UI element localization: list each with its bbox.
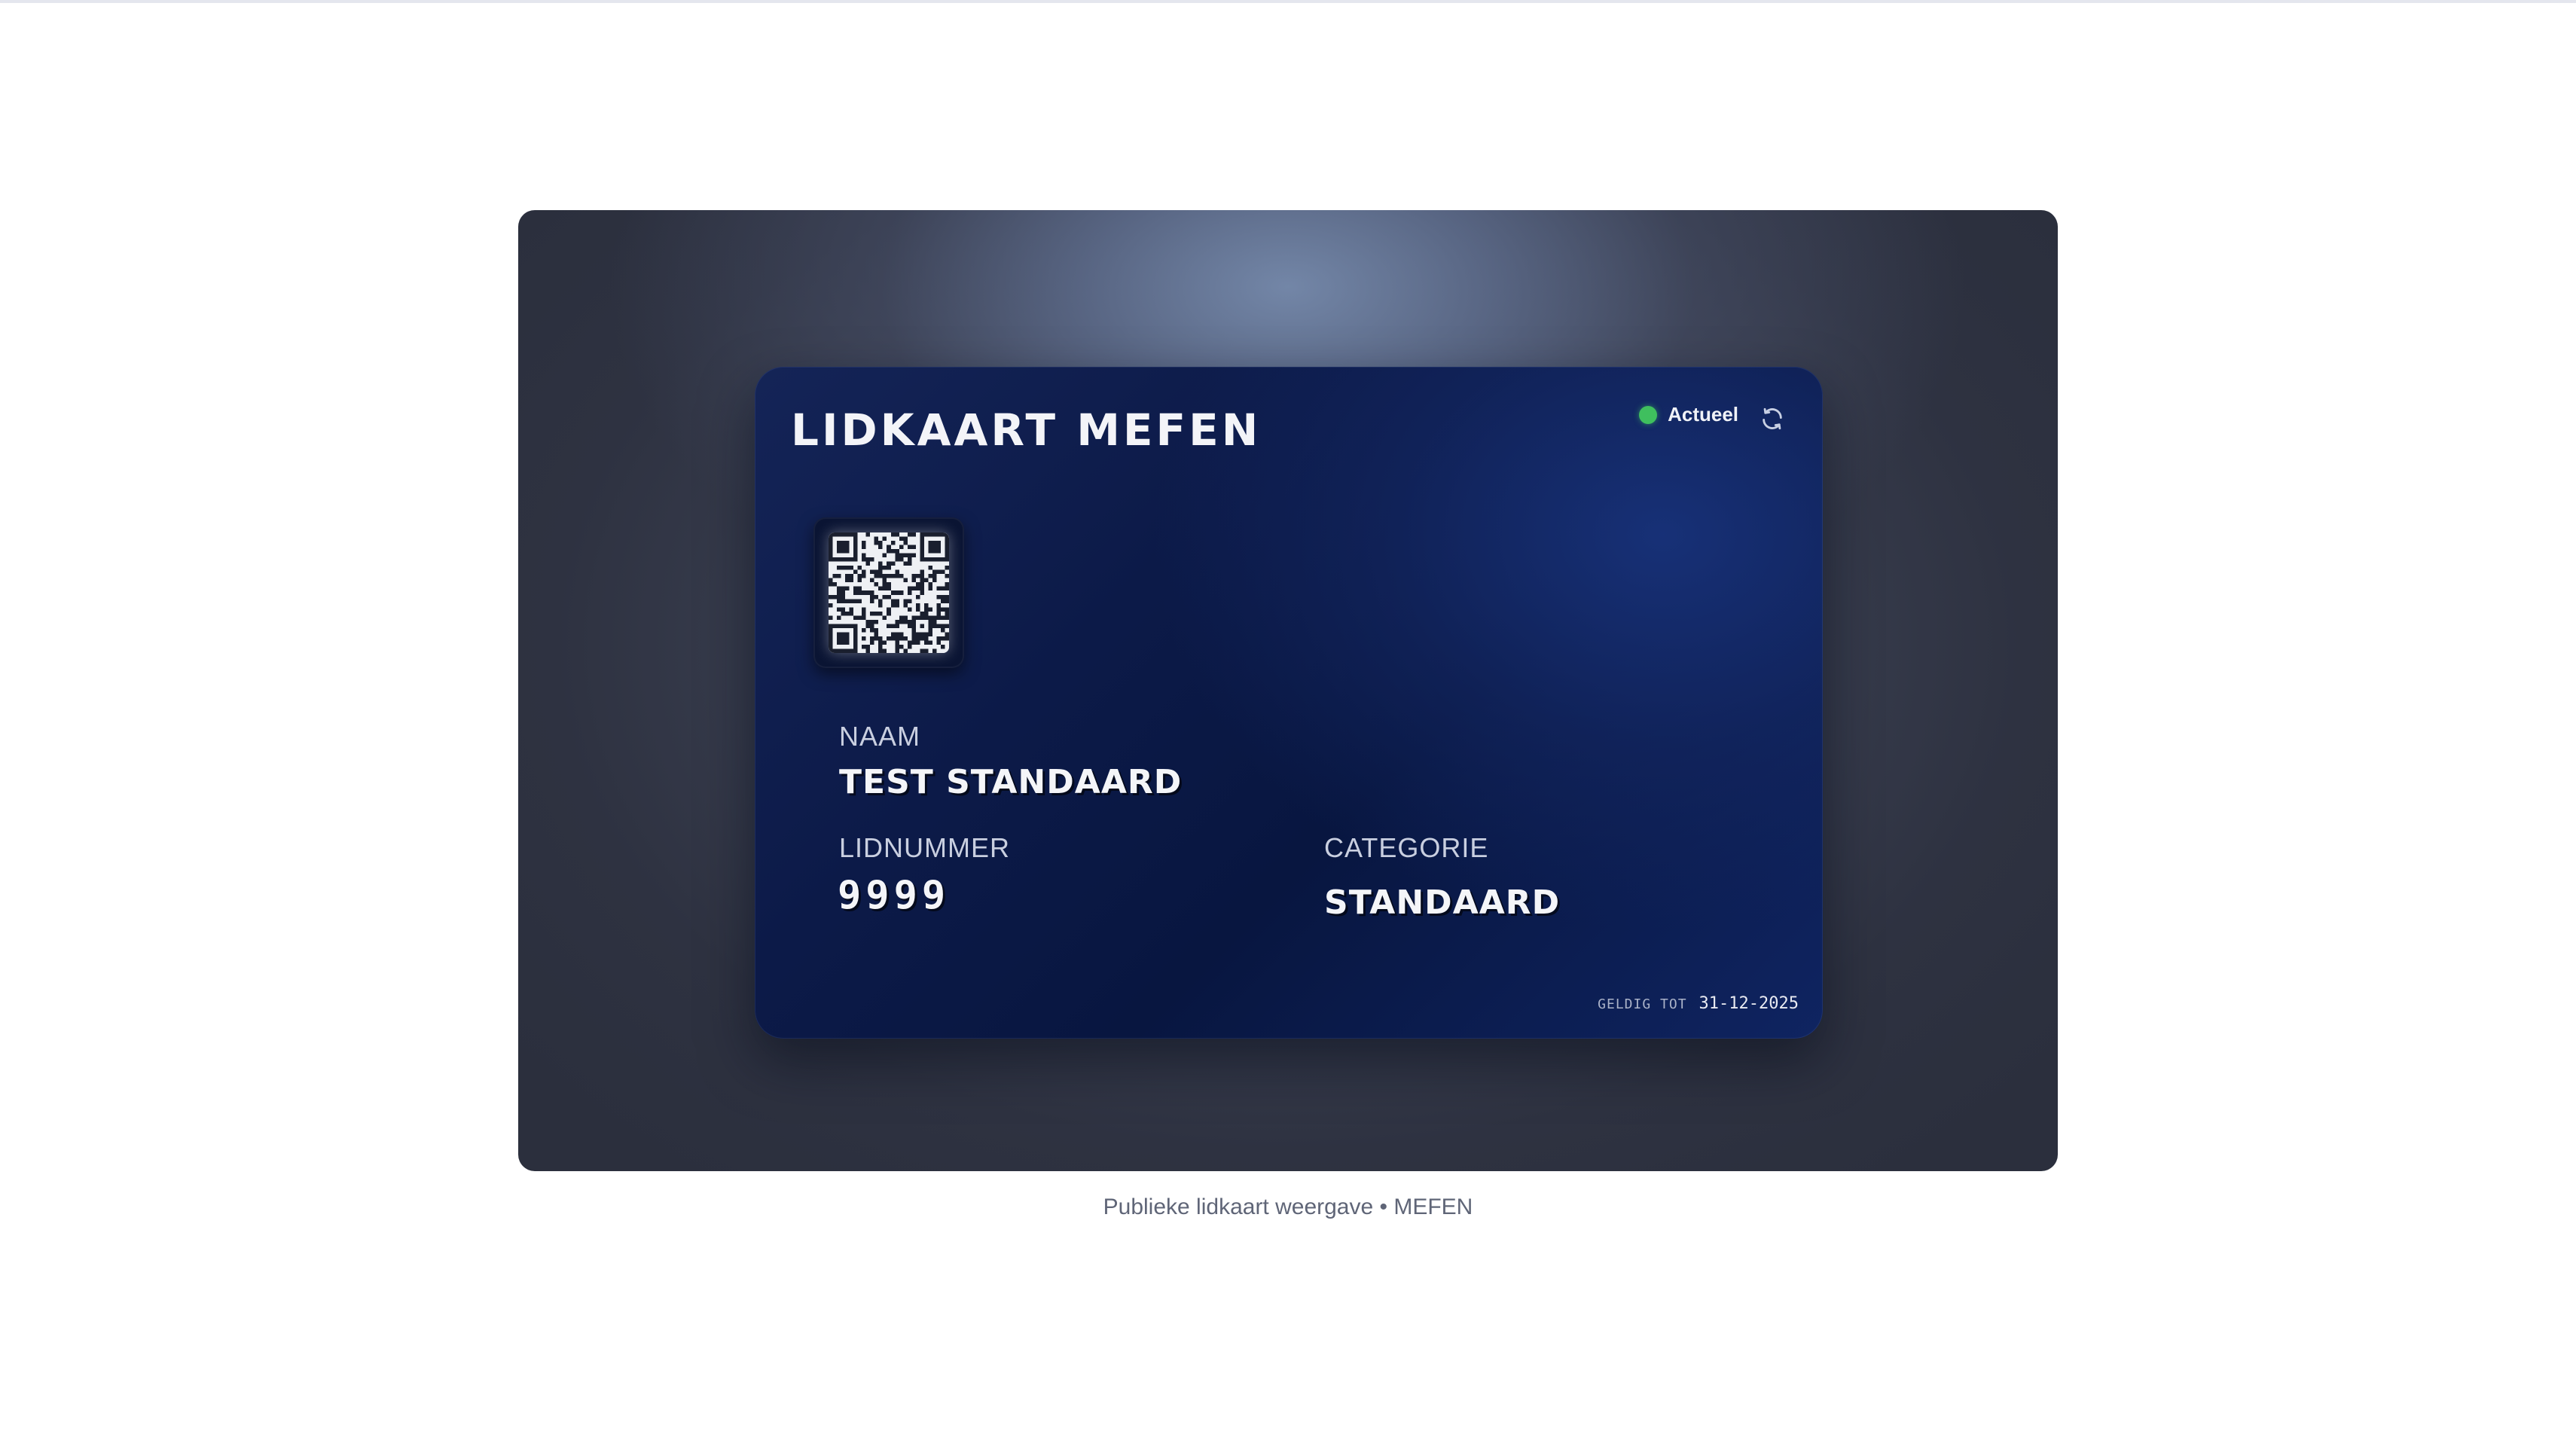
member-number-label: LIDNUMMER	[839, 832, 1011, 863]
card-stage: LIDKAART MEFEN Actueel NAAM TEST STANDAA…	[518, 210, 2058, 1171]
page-caption: Publieke lidkaart weergave • MEFEN	[1103, 1195, 1473, 1219]
qr-code-frame	[813, 517, 964, 668]
category-label: CATEGORIE	[1324, 832, 1489, 863]
valid-until-date: 31-12-2025	[1699, 994, 1799, 1013]
status-indicator: Actueel	[1639, 403, 1738, 426]
status-label: Actueel	[1668, 403, 1738, 426]
refresh-icon[interactable]	[1760, 406, 1785, 432]
membership-card: LIDKAART MEFEN Actueel NAAM TEST STANDAA…	[755, 367, 1823, 1039]
name-value: TEST STANDAARD	[839, 763, 1183, 801]
member-number-value: 9999	[838, 873, 951, 918]
valid-until: GELDIG TOT 31-12-2025	[1598, 994, 1799, 1013]
name-label: NAAM	[839, 721, 921, 752]
status-dot-icon	[1639, 405, 1658, 424]
top-divider	[0, 0, 2576, 3]
valid-until-label: GELDIG TOT	[1598, 996, 1687, 1012]
card-title: LIDKAART MEFEN	[791, 404, 1262, 456]
category-value: STANDAARD	[1324, 883, 1561, 922]
qr-code-icon	[829, 532, 949, 653]
